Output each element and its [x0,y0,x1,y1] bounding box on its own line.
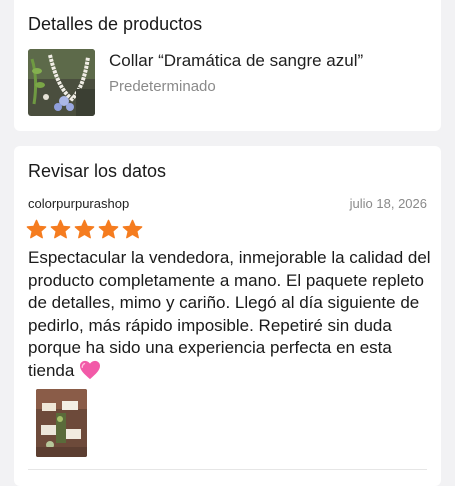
star-icon [122,219,143,239]
review-photo[interactable] [36,389,87,457]
divider [28,469,427,470]
product-details-card: Detalles de productos Collar “Dramática … [14,0,441,131]
review-date: julio 18, 2026 [349,196,427,211]
star-icon [50,219,71,239]
shop-name[interactable]: colorpurpurashop [28,196,129,211]
star-icon [26,219,47,239]
product-details-title: Detalles de productos [28,14,203,34]
review-title: Revisar los datos [28,161,167,181]
star-icon [98,219,119,239]
star-icon [74,219,95,239]
review-card: Revisar los datos colorpurpurashop julio… [14,146,441,486]
star-rating [26,219,143,240]
product-thumbnail[interactable] [28,49,95,116]
pink-heart-icon [80,360,101,379]
review-text: Espectacular la vendedora, inmejorable l… [28,247,433,382]
product-name[interactable]: Collar “Dramática de sangre azul” [109,51,363,71]
product-variant: Predeterminado [109,78,216,95]
